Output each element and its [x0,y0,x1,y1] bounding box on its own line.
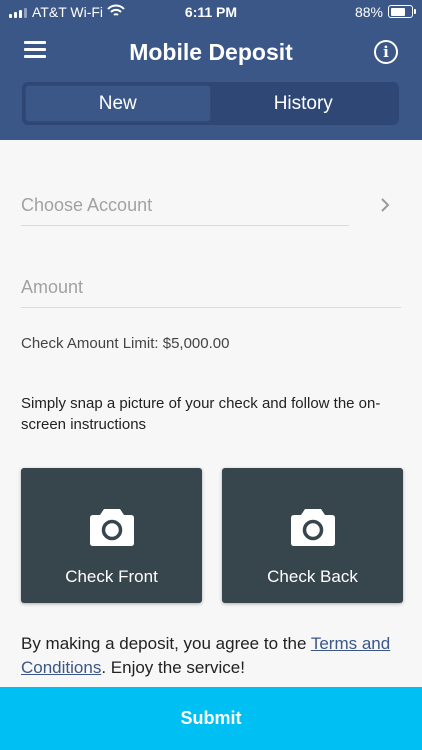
check-back-label: Check Back [267,567,358,586]
app-header: AT&T Wi-Fi 6:11 PM 88% Mobile Deposit i … [0,0,422,140]
tab-new[interactable]: New [25,85,211,122]
agreement-suffix: . Enjoy the service! [101,658,245,677]
chevron-right-icon[interactable] [378,195,392,215]
camera-icon [90,509,134,546]
camera-icon [291,509,335,546]
check-amount-limit: Check Amount Limit: $5,000.00 [21,335,230,352]
battery-percent: 88% [354,4,383,20]
divider [21,307,401,308]
nav-bar: Mobile Deposit i [0,26,422,80]
deposit-tabs: New History [22,82,399,125]
terms-agreement: By making a deposit, you agree to the Te… [21,632,406,680]
battery-icon [388,5,416,18]
check-front-button[interactable]: Check Front [21,468,202,603]
check-back-button[interactable]: Check Back [222,468,403,603]
instructions-text: Simply snap a picture of your check and … [21,395,381,433]
agreement-prefix: By making a deposit, you agree to the [21,634,311,653]
check-front-label: Check Front [65,567,158,586]
status-bar: AT&T Wi-Fi 6:11 PM 88% [0,0,422,26]
amount-field[interactable]: Amount [21,277,83,298]
divider [21,225,349,226]
tab-history[interactable]: History [211,85,397,122]
info-icon[interactable]: i [374,40,398,64]
submit-button[interactable]: Submit [0,687,422,750]
page-title: Mobile Deposit [129,39,293,65]
choose-account-field[interactable]: Choose Account [21,195,152,216]
